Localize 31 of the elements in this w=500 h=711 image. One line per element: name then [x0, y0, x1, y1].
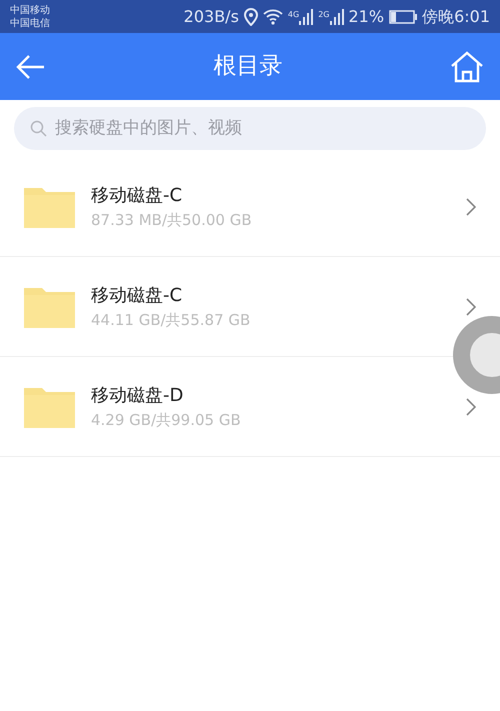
carrier-name: 中国电信	[10, 16, 50, 30]
chevron-right-icon	[466, 398, 476, 416]
chevron-right-icon	[466, 298, 476, 316]
floating-assist-button[interactable]	[453, 316, 500, 394]
folder-icon	[24, 186, 75, 228]
back-arrow-icon[interactable]	[16, 54, 46, 80]
carrier-name: 中国移动	[10, 4, 50, 16]
screen-title: 根目录	[214, 52, 282, 82]
battery-percent: 21%	[348, 6, 384, 28]
network-speed: 203B/s	[184, 6, 239, 28]
network-type: 2G	[318, 8, 330, 20]
search-field[interactable]: 搜索硬盘中的图片、视频	[14, 107, 486, 150]
folder-icon	[24, 386, 75, 428]
home-icon[interactable]	[450, 50, 484, 82]
drive-name: 移动磁盘-C	[91, 284, 184, 308]
signal-icon	[330, 8, 344, 24]
signal-icon	[299, 8, 314, 24]
wifi-icon	[262, 8, 283, 24]
battery-icon	[389, 10, 418, 24]
drive-usage: 44.11 GB/共55.87 GB	[91, 310, 252, 331]
location-icon	[244, 8, 258, 26]
clock: 傍晚6:01	[422, 6, 490, 28]
search-placeholder: 搜索硬盘中的图片、视频	[55, 116, 242, 140]
drive-name: 移动磁盘-D	[91, 384, 184, 408]
chevron-right-icon	[466, 198, 476, 216]
drive-usage: 87.33 MB/共50.00 GB	[91, 210, 253, 231]
network-type: 4G	[288, 8, 300, 20]
drive-name: 移动磁盘-C	[91, 184, 184, 208]
folder-icon	[24, 286, 75, 328]
search-icon	[30, 120, 47, 137]
drive-usage: 4.29 GB/共99.05 GB	[91, 410, 242, 431]
